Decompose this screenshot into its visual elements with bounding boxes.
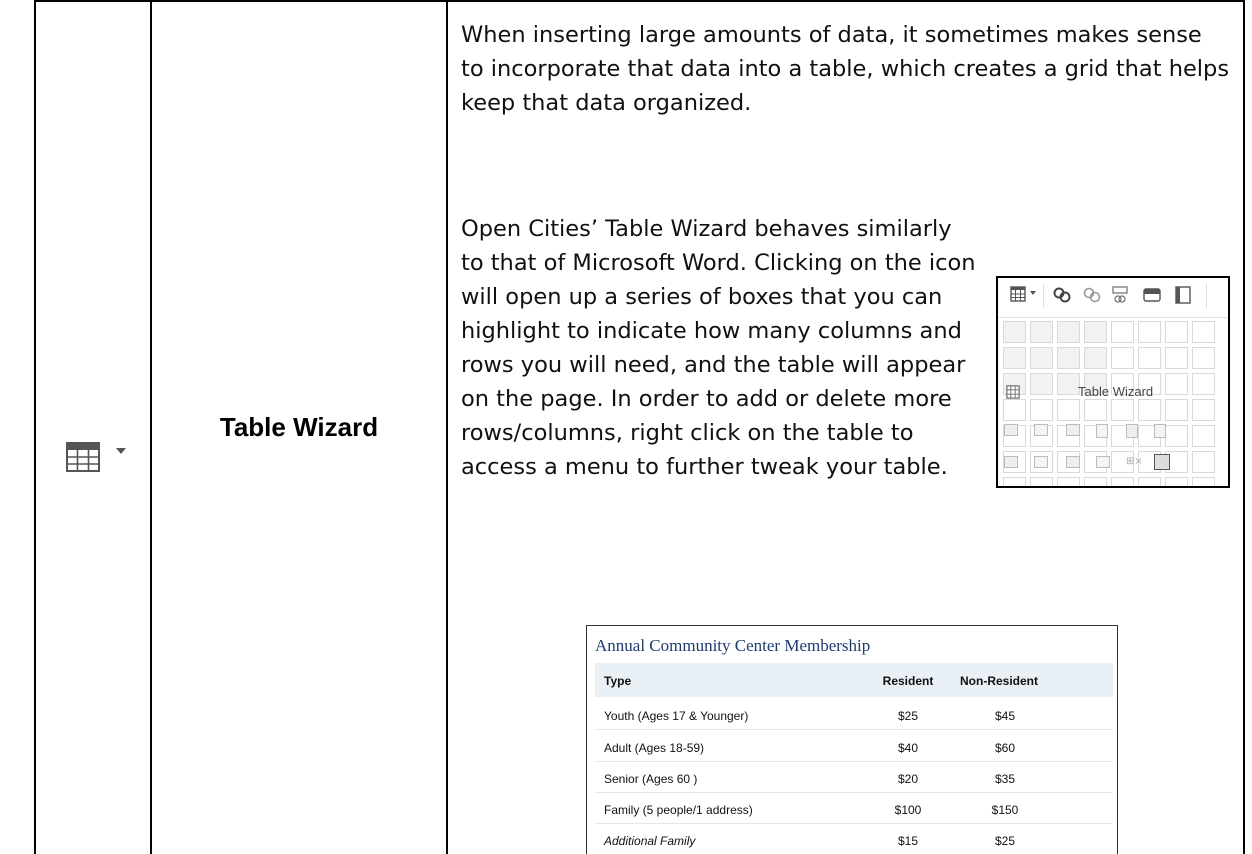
row-3-non-resident: $35 xyxy=(994,772,1016,786)
grid-cell[interactable] xyxy=(1057,347,1080,369)
grid-cell[interactable] xyxy=(1057,399,1080,421)
grid-cell[interactable] xyxy=(1165,347,1188,369)
row-3-type: Senior (Ages 60 ) xyxy=(604,772,698,786)
grid-cell[interactable] xyxy=(1003,321,1026,343)
grid-cell[interactable] xyxy=(1030,347,1053,369)
grid-cell[interactable] xyxy=(1003,347,1026,369)
grid-cell[interactable] xyxy=(1165,399,1188,421)
table-grid-icon xyxy=(1010,286,1026,302)
grid-cell[interactable] xyxy=(1084,321,1107,343)
delete-row-icon[interactable] xyxy=(1004,456,1018,468)
row-divider xyxy=(595,761,1113,762)
membership-table-screenshot: Annual Community Center Membership Type … xyxy=(586,625,1118,854)
row-divider xyxy=(595,729,1113,730)
insert-column-icon[interactable] xyxy=(1096,424,1108,438)
grid-cell[interactable] xyxy=(1138,399,1161,421)
grid-cell[interactable] xyxy=(1165,373,1188,395)
row-1-resident: $25 xyxy=(897,709,919,723)
row-1-type: Youth (Ages 17 & Younger) xyxy=(604,709,749,723)
delete-cells-icon[interactable]: ⊞× xyxy=(1126,456,1143,468)
feature-name: Table Wizard xyxy=(219,411,379,442)
editor-toolbar xyxy=(998,278,1228,318)
table-wizard-menu-row[interactable] xyxy=(1006,384,1020,403)
caret-down-icon xyxy=(1030,291,1036,295)
header-type: Type xyxy=(604,674,632,688)
grid-cell[interactable] xyxy=(1111,347,1134,369)
cell-properties-icon[interactable] xyxy=(1034,424,1048,436)
header-non-resident: Non-Resident xyxy=(960,674,1038,688)
row-5-non-resident: $25 xyxy=(994,834,1016,848)
grid-cell[interactable] xyxy=(1057,321,1080,343)
grid-cell[interactable] xyxy=(1084,347,1107,369)
grid-cell[interactable] xyxy=(1138,321,1161,343)
row-2-resident: $40 xyxy=(897,741,919,755)
grid-cell[interactable] xyxy=(1192,373,1215,395)
unlink-icon xyxy=(1083,287,1101,303)
anchor-icon xyxy=(1112,286,1128,303)
row-divider xyxy=(595,823,1113,824)
table-grid-icon xyxy=(1006,385,1020,399)
row-4-type: Family (5 people/1 address) xyxy=(604,803,753,817)
table-grid-icon[interactable] xyxy=(66,442,100,472)
row-5-type: Additional Family xyxy=(604,834,696,848)
table-wizard-menu-label[interactable]: Table Wizard xyxy=(1078,384,1153,399)
grid-cell[interactable] xyxy=(1111,321,1134,343)
delete-column-icon[interactable] xyxy=(1034,456,1048,468)
row-4-non-resident: $150 xyxy=(991,803,1019,817)
row-2-type: Adult (Ages 18-59) xyxy=(604,741,705,755)
description-paragraph-2: Open Cities’ Table Wizard behaves simila… xyxy=(461,216,976,480)
grid-cell[interactable] xyxy=(1030,373,1053,395)
membership-table-title: Annual Community Center Membership xyxy=(595,636,871,655)
grid-cell[interactable] xyxy=(1111,399,1134,421)
insert-row-icon[interactable] xyxy=(1066,424,1080,436)
grid-cell[interactable] xyxy=(1030,321,1053,343)
row-5-resident: $15 xyxy=(897,834,919,848)
grid-cell[interactable] xyxy=(1165,321,1188,343)
split-cells-icon[interactable] xyxy=(1154,424,1166,438)
delete-table-icon[interactable] xyxy=(1096,456,1110,468)
delete-cell-icon[interactable] xyxy=(1066,456,1080,468)
grid-cell[interactable] xyxy=(1192,399,1215,421)
grid-cell[interactable] xyxy=(1192,321,1215,343)
edit-table-icon[interactable] xyxy=(1154,454,1170,470)
grid-cell[interactable] xyxy=(1084,399,1107,421)
feature-icon-cell xyxy=(36,0,150,854)
document-icon xyxy=(1175,286,1191,304)
row-divider xyxy=(595,792,1113,793)
grid-cell[interactable] xyxy=(1138,347,1161,369)
row-1-non-resident: $45 xyxy=(994,709,1016,723)
table-properties-icon[interactable] xyxy=(1004,424,1018,436)
grid-cell[interactable] xyxy=(1192,347,1215,369)
widget-icon xyxy=(1143,288,1161,302)
feature-name-cell: Table Wizard xyxy=(152,0,446,854)
grid-cell[interactable] xyxy=(1030,399,1053,421)
grid-cell[interactable] xyxy=(1057,373,1080,395)
description-paragraph-1: When inserting large amounts of data, it… xyxy=(461,22,1230,116)
table-border-right xyxy=(1243,0,1245,854)
header-resident: Resident xyxy=(882,674,934,688)
table-border-col2 xyxy=(446,0,448,854)
caret-down-icon[interactable] xyxy=(115,446,127,456)
row-3-resident: $20 xyxy=(897,772,919,786)
row-4-resident: $100 xyxy=(894,803,922,817)
merge-cells-icon[interactable] xyxy=(1126,424,1138,438)
link-icon xyxy=(1053,287,1071,303)
table-operation-icons: ⊞× xyxy=(1004,420,1228,480)
row-2-non-resident: $60 xyxy=(994,741,1016,755)
